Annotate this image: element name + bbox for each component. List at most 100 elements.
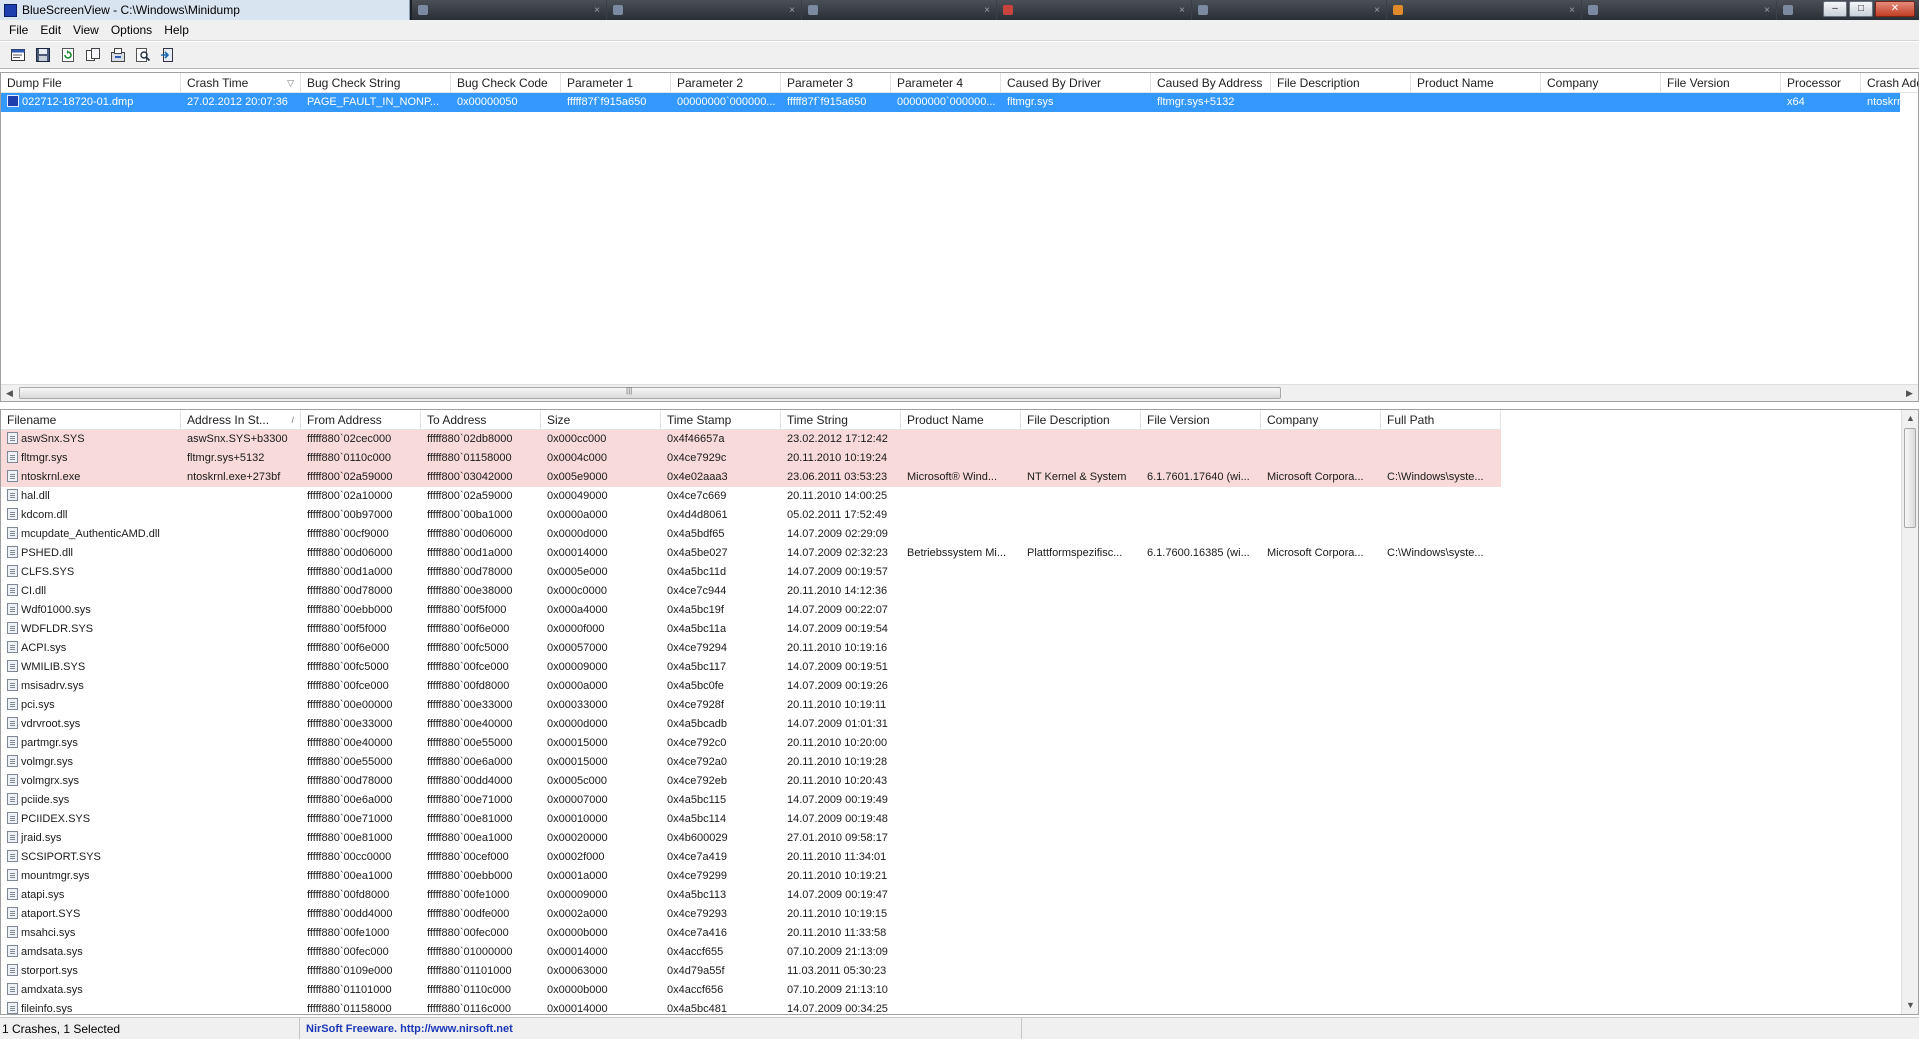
background-window-tab[interactable]: × (607, 0, 802, 20)
driver-row[interactable]: mountmgr.sys fffff880`00ea1000 fffff880`00… (1, 867, 1900, 886)
tab-close-icon[interactable]: × (1569, 5, 1575, 16)
tab-close-icon[interactable]: × (1764, 5, 1770, 16)
driver-row[interactable]: hal.dll fffff800`02a10000 fffff800`02a5900… (1, 487, 1900, 506)
maximize-button[interactable]: □ (1849, 1, 1873, 17)
save-icon[interactable] (33, 45, 53, 65)
driver-row[interactable]: atapi.sys fffff880`00fd8000 fffff880`00fe1… (1, 886, 1900, 905)
driver-row[interactable]: ACPI.sys fffff880`00f6e000 fffff880`00fc50… (1, 639, 1900, 658)
refresh-icon[interactable] (58, 45, 78, 65)
tab-close-icon[interactable]: × (984, 5, 990, 16)
column-header-address-in-st[interactable]: Address In St... / (181, 410, 301, 430)
column-header-bug-check-code[interactable]: Bug Check Code (451, 73, 561, 93)
tab-close-icon[interactable]: × (1374, 5, 1380, 16)
column-header-product-name[interactable]: Product Name (1411, 73, 1541, 93)
driver-row[interactable]: fltmgr.sys fltmgr.sys+5132 fffff880`0110c0… (1, 449, 1900, 468)
driver-row[interactable]: WDFLDR.SYS fffff880`00f5f000 fffff880`00f6… (1, 620, 1900, 639)
background-window-tab[interactable]: × (1192, 0, 1387, 20)
driver-row[interactable]: ataport.SYS fffff880`00dd4000 fffff880`00d… (1, 905, 1900, 924)
advanced-options-icon[interactable] (108, 45, 128, 65)
driver-row[interactable]: WMILIB.SYS fffff880`00fc5000 fffff880`00fc… (1, 658, 1900, 677)
menu-help[interactable]: Help (158, 21, 195, 40)
tab-close-icon[interactable]: × (789, 5, 795, 16)
driver-row[interactable]: Wdf01000.sys fffff880`00ebb000 fffff880`00… (1, 601, 1900, 620)
column-header-crash-add[interactable]: Crash Add (1861, 73, 1918, 93)
column-header-file-version[interactable]: File Version (1141, 410, 1261, 430)
menu-options[interactable]: Options (105, 21, 158, 40)
column-header-time-string[interactable]: Time String (781, 410, 901, 430)
column-header-parameter-3[interactable]: Parameter 3 (781, 73, 891, 93)
column-header-processor[interactable]: Processor (1781, 73, 1861, 93)
crash-row[interactable]: 022712-18720-01.dmp 27.02.2012 20:07:36 PA… (1, 93, 1915, 112)
column-header-parameter-4[interactable]: Parameter 4 (891, 73, 1001, 93)
driver-row[interactable]: storport.sys fffff880`0109e000 fffff880`01… (1, 962, 1900, 981)
background-window-tab[interactable]: × (1582, 0, 1777, 20)
column-header-bug-check-string[interactable]: Bug Check String (301, 73, 451, 93)
column-header-to-address[interactable]: To Address (421, 410, 541, 430)
column-header-crash-time[interactable]: Crash Time ▽ (181, 73, 301, 93)
column-header-company[interactable]: Company (1541, 73, 1661, 93)
column-header-from-address[interactable]: From Address (301, 410, 421, 430)
scroll-down-arrow-icon[interactable]: ▼ (1902, 997, 1918, 1014)
exit-icon[interactable] (158, 45, 178, 65)
driver-row[interactable]: ntoskrnl.exe ntoskrnl.exe+273bf fffff800`0… (1, 468, 1900, 487)
driver-row[interactable]: vdrvroot.sys fffff880`00e33000 fffff880`00… (1, 715, 1900, 734)
column-header-caused-by-address[interactable]: Caused By Address (1151, 73, 1271, 93)
active-window-title[interactable]: BlueScreenView - C:\Windows\Minidump (0, 0, 410, 20)
driver-row[interactable]: PSHED.dll fffff880`00d06000 fffff880`00d1a… (1, 544, 1900, 563)
vertical-scrollbar[interactable]: ▲ ▼ (1901, 410, 1918, 1014)
close-button[interactable]: ✕ (1875, 1, 1915, 17)
driver-row[interactable]: pciide.sys fffff880`00e6a000 fffff880`00e7… (1, 791, 1900, 810)
minimize-button[interactable]: – (1823, 1, 1847, 17)
horizontal-scroll-thumb[interactable] (19, 387, 1281, 399)
column-header-parameter-2[interactable]: Parameter 2 (671, 73, 781, 93)
scroll-left-arrow-icon[interactable]: ◀ (1, 385, 18, 401)
properties-icon[interactable] (8, 45, 28, 65)
background-window-tab[interactable]: × (802, 0, 997, 20)
nirsoft-link[interactable]: NirSoft Freeware. http://www.nirsoft.net (300, 1017, 1022, 1039)
driver-row[interactable]: SCSIPORT.SYS fffff880`00cc0000 fffff880`00… (1, 848, 1900, 867)
menu-view[interactable]: View (67, 21, 105, 40)
horizontal-scrollbar[interactable]: ◀ ||| ▶ (1, 384, 1918, 401)
column-header-filename[interactable]: Filename (1, 410, 181, 430)
driver-row[interactable]: pci.sys fffff880`00e00000 fffff880`00e3300… (1, 696, 1900, 715)
copy-icon[interactable] (83, 45, 103, 65)
driver-row[interactable]: fileinfo.sys fffff880`01158000 fffff880`01… (1, 1000, 1900, 1014)
column-header-time-stamp[interactable]: Time Stamp (661, 410, 781, 430)
menu-edit[interactable]: Edit (34, 21, 67, 40)
scroll-up-arrow-icon[interactable]: ▲ (1902, 410, 1918, 427)
driver-row[interactable]: jraid.sys fffff880`00e81000 fffff880`00ea1… (1, 829, 1900, 848)
background-window-tab[interactable]: × (412, 0, 607, 20)
driver-row[interactable]: amdsata.sys fffff880`00fec000 fffff880`010… (1, 943, 1900, 962)
scroll-right-arrow-icon[interactable]: ▶ (1901, 385, 1918, 401)
tab-close-icon[interactable]: × (594, 5, 600, 16)
cell-to-address: fffff880`00f6e000 (421, 620, 541, 639)
driver-row[interactable]: aswSnx.SYS aswSnx.SYS+b3300 fffff880`02cec… (1, 430, 1900, 449)
background-window-tab[interactable]: × (1387, 0, 1582, 20)
column-header-company[interactable]: Company (1261, 410, 1381, 430)
column-header-parameter-1[interactable]: Parameter 1 (561, 73, 671, 93)
menu-file[interactable]: File (3, 21, 34, 40)
column-header-full-path[interactable]: Full Path (1381, 410, 1501, 430)
column-header-file-description[interactable]: File Description (1271, 73, 1411, 93)
driver-row[interactable]: partmgr.sys fffff880`00e40000 fffff880`00e… (1, 734, 1900, 753)
driver-row[interactable]: CI.dll fffff880`00d78000 fffff880`00e38000… (1, 582, 1900, 601)
driver-row[interactable]: msisadrv.sys fffff880`00fce000 fffff880`00… (1, 677, 1900, 696)
driver-row[interactable]: CLFS.SYS fffff880`00d1a000 fffff880`00d780… (1, 563, 1900, 582)
background-window-tab[interactable]: × (997, 0, 1192, 20)
driver-row[interactable]: mcupdate_AuthenticAMD.dll fffff880`00cf90… (1, 525, 1900, 544)
driver-row[interactable]: volmgrx.sys fffff880`00d78000 fffff880`00d… (1, 772, 1900, 791)
column-header-caused-by-driver[interactable]: Caused By Driver (1001, 73, 1151, 93)
column-header-product-name[interactable]: Product Name (901, 410, 1021, 430)
column-header-size[interactable]: Size (541, 410, 661, 430)
column-header-dump-file[interactable]: Dump File (1, 73, 181, 93)
driver-row[interactable]: kdcom.dll fffff800`00b97000 fffff800`00ba1… (1, 506, 1900, 525)
tab-close-icon[interactable]: × (1179, 5, 1185, 16)
column-header-file-version[interactable]: File Version (1661, 73, 1781, 93)
driver-row[interactable]: PCIIDEX.SYS fffff880`00e71000 fffff880`00e… (1, 810, 1900, 829)
vertical-scroll-thumb[interactable] (1904, 428, 1916, 528)
find-icon[interactable] (133, 45, 153, 65)
driver-row[interactable]: volmgr.sys fffff880`00e55000 fffff880`00e6… (1, 753, 1900, 772)
column-header-file-description[interactable]: File Description (1021, 410, 1141, 430)
driver-row[interactable]: amdxata.sys fffff880`01101000 fffff880`011… (1, 981, 1900, 1000)
driver-row[interactable]: msahci.sys fffff880`00fe1000 fffff880`00fe… (1, 924, 1900, 943)
